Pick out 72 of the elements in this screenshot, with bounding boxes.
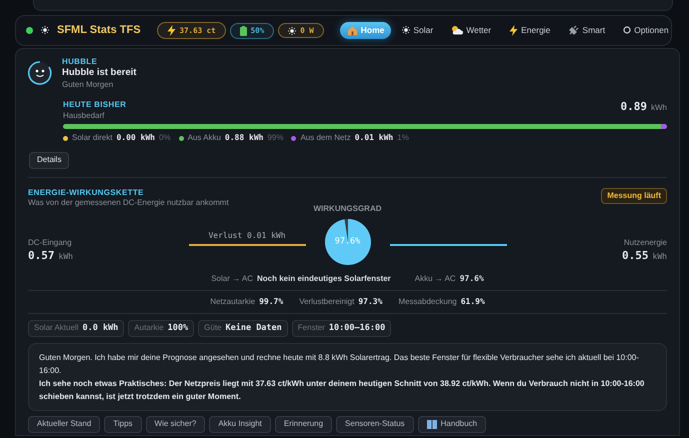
legend-share: 99%: [267, 132, 284, 144]
action-button[interactable]: Wie sicher?: [146, 416, 206, 433]
chip-label: Solar Aktuell: [34, 322, 78, 334]
nav-tab[interactable]: Smart: [561, 22, 612, 40]
section-title: HEUTE BISHER: [63, 100, 126, 111]
legend-share: 0%: [159, 132, 171, 144]
chip-value: 10:00–16:00: [328, 322, 386, 334]
legend-share: 1%: [397, 132, 409, 144]
action-button[interactable]: Tipps: [104, 416, 142, 433]
legend-label: Aus Akku: [188, 132, 221, 144]
chip-value: 0.0 kWh: [82, 322, 118, 334]
total-value: 0.89: [620, 100, 647, 114]
action-button[interactable]: Aktueller Stand: [28, 416, 100, 433]
message-text: Ich sehe noch etwas Praktisches: Der Netzpreis liegt mit 37.63 ct/kWh unter deinem heutigen Schnitt von 38.92 ct/kWh. Wenn du Verbrauch nicht in 10:00-16:00 schieben kannst, ist jetzt trotzdem ein guter Moment.: [39, 378, 646, 404]
sun-icon: [288, 26, 296, 34]
legend-value: 0.01 kWh: [354, 132, 394, 144]
path-label: Akku → AC: [414, 274, 456, 284]
unit-label: kWh: [651, 103, 667, 114]
legend-value: 0.00 kWh: [116, 132, 155, 144]
path-value: 97.6%: [460, 274, 484, 284]
lightning-icon: [509, 24, 518, 36]
book-icon: [426, 420, 437, 430]
stat-value: 97.3%: [358, 297, 382, 308]
message-text: Guten Morgen. Ich habe mir deine Prognose angesehen und rechne heute mit 8.8 kWh Solarertrag. Das beste Fenster für flexible Verbraucher sehe ich aktuell bei 10:00-16:00.: [39, 352, 640, 377]
flow-label: DC-Eingang: [28, 238, 73, 249]
section-subtitle: Was von der gemessenen DC-Energie nutzbar ankommt: [28, 198, 229, 208]
path-value: Noch kein eindeutiges Solarfenster: [256, 274, 391, 284]
action-button[interactable]: Akku Insight: [209, 416, 271, 433]
flow-label: Nutzenergie: [622, 238, 667, 249]
sun-icon: [41, 26, 49, 34]
chip-value: Keine Daten: [225, 322, 282, 334]
unit-label: kWh: [652, 252, 667, 262]
assistant-name: HUBBLE: [62, 57, 98, 68]
action-button[interactable]: Handbuch: [418, 416, 486, 433]
path-label: Solar → AC: [211, 274, 253, 284]
gauge-title: WIRKUNGSGRAD: [314, 204, 382, 215]
app-title: SFML Stats TFS: [57, 23, 141, 38]
action-button[interactable]: Sensoren-Status: [336, 416, 414, 433]
stat-label: Netzautarkie: [210, 297, 256, 308]
loss-label: Verlust 0.01 kWh: [208, 231, 286, 242]
stat-value: 99.7%: [259, 297, 284, 308]
chip-label: Fenster: [298, 322, 325, 334]
sun-icon: [402, 26, 410, 34]
chip-label: Autarkie: [134, 322, 164, 334]
nav-tab[interactable]: Energie: [502, 22, 558, 40]
chip-label: Güte: [204, 322, 222, 334]
plug-icon: [568, 24, 580, 36]
stat-label: Verlustbereinigt: [299, 297, 354, 308]
legend-label: Solar direkt: [72, 132, 112, 144]
house-icon: [346, 24, 358, 36]
status-badge: Messung läuft: [601, 188, 667, 204]
stat-value: 61.9%: [460, 297, 485, 308]
gauge-reading: 97.6%: [334, 236, 360, 248]
nav-tab[interactable]: Wetter: [444, 22, 498, 40]
details-button[interactable]: Details: [29, 152, 70, 169]
stat-label: Messabdeckung: [398, 297, 457, 308]
cloud-sun-icon: [451, 25, 464, 36]
legend-value: 0.88 kWh: [224, 132, 264, 144]
flow-value: 0.57: [28, 248, 54, 263]
lightning-icon: [166, 25, 176, 36]
section-title: ENERGIE-WIRKUNGSKETTE: [28, 188, 145, 198]
assistant-status: Hubble ist bereit: [62, 67, 136, 80]
action-button[interactable]: Erinnerung: [274, 416, 332, 433]
flow-value: 0.55: [622, 248, 649, 263]
greeting-text: Guten Morgen: [62, 80, 114, 90]
nav-tab[interactable]: Solar: [395, 22, 440, 40]
chip-value: 100%: [168, 322, 188, 334]
nav-tab[interactable]: Optionen: [616, 22, 676, 40]
unit-label: kWh: [58, 252, 73, 262]
battery-icon: [240, 26, 247, 36]
legend-label: Aus dem Netz: [300, 132, 351, 144]
section-subtitle: Hausbedarf: [63, 110, 106, 121]
